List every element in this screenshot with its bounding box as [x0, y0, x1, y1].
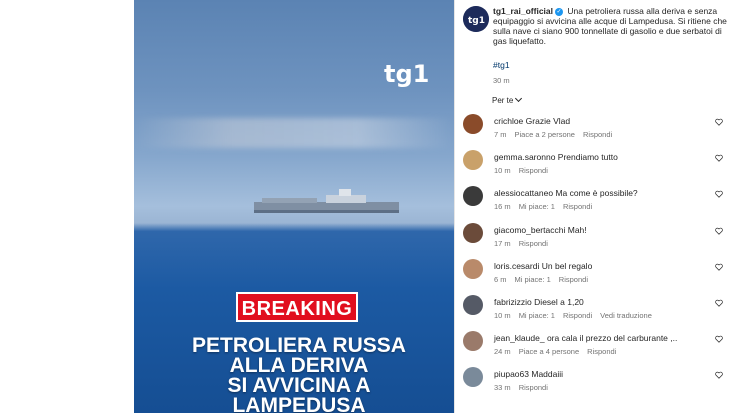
svg-text:tg1: tg1: [468, 16, 485, 26]
comment-likes[interactable]: Mi piace: 1: [519, 311, 555, 320]
reply-button[interactable]: Rispondi: [563, 202, 592, 211]
comment-time: 16 m: [494, 202, 511, 212]
comment-time: 10 m: [494, 166, 511, 176]
comment-time: 24 m: [494, 347, 511, 357]
reply-button[interactable]: Rispondi: [519, 383, 548, 392]
comment-line: jean_klaude_ ora cala il prezzo del carb…: [494, 333, 677, 343]
comment-text: Grazie Vlad: [525, 116, 571, 126]
comment-username[interactable]: crichloe: [494, 116, 523, 126]
comment-meta: 17 m Rispondi: [494, 239, 556, 248]
comment-likes[interactable]: Piace a 2 persone: [515, 130, 575, 139]
comment-avatar[interactable]: [463, 150, 483, 171]
comment-meta: 33 m Rispondi: [494, 383, 556, 392]
comment-meta: 7 m Piace a 2 persone Rispondi: [494, 130, 620, 139]
like-heart-icon[interactable]: [715, 154, 723, 162]
comment-time: 7 m: [494, 130, 507, 139]
like-heart-icon[interactable]: [715, 263, 723, 271]
caption-hashtag[interactable]: #tg1: [493, 60, 510, 70]
tg1-logo-text: tg1: [384, 60, 429, 88]
sort-label: Per te: [492, 96, 514, 105]
like-heart-icon[interactable]: [715, 335, 723, 343]
comment-avatar[interactable]: [463, 331, 483, 352]
comment-line: crichloe Grazie Vlad: [494, 116, 570, 126]
comment-item: alessiocattaneo Ma come è possibile? 16 m…: [463, 186, 729, 220]
tg1-logo: tg1: [384, 60, 429, 88]
comment-username[interactable]: fabrizizzio: [494, 297, 532, 307]
comment-text: Maddaiii: [531, 369, 564, 380]
tg1-avatar-icon: tg1: [463, 6, 489, 32]
like-heart-icon[interactable]: [715, 299, 723, 307]
comment-username[interactable]: jean_klaude_: [494, 333, 545, 343]
comment-line: loris.cesardi Un bel regalo: [494, 261, 592, 271]
post-media[interactable]: tg1 BREAKING PETROLIERA RUSSA ALLA DERIV…: [134, 0, 454, 413]
comment-item: gemma.saronno Prendiamo tutto 10 m Rispond…: [463, 150, 729, 184]
comment-time: 17 m: [494, 238, 511, 248]
comment-text: ora cala il prezzo del carburante ,..: [546, 333, 678, 344]
comment-username[interactable]: giacomo_bertacchi: [494, 225, 565, 235]
comment-avatar[interactable]: [463, 222, 483, 243]
comment-username[interactable]: gemma.saronno: [494, 152, 555, 162]
verified-icon: ✓: [555, 7, 563, 16]
comment-item: loris.cesardi Un bel regalo 6 m Mi piace: …: [463, 258, 729, 293]
comment-likes[interactable]: Mi piace: 1: [515, 275, 551, 284]
comment-time: 6 m: [494, 274, 507, 284]
comment-username[interactable]: loris.cesardi: [494, 261, 539, 271]
reply-button[interactable]: Rispondi: [519, 166, 548, 175]
comment-time: 33 m: [494, 383, 511, 393]
comment-avatar[interactable]: [463, 258, 483, 279]
comment-text: Un bel regalo: [541, 260, 593, 271]
comment-text: Prendiamo tutto: [557, 152, 618, 163]
comment-avatar[interactable]: [463, 114, 483, 134]
comment-item: fabrizizzio Diesel a 1,20 10 m Mi piace: 1…: [463, 295, 729, 329]
comment-username[interactable]: alessiocattaneo: [494, 188, 553, 198]
reply-button[interactable]: Rispondi: [519, 239, 548, 248]
comment-likes[interactable]: Mi piace: 1: [519, 202, 555, 211]
comment-avatar[interactable]: [463, 186, 483, 207]
comment-meta: 16 m Mi piace: 1 Rispondi: [494, 202, 600, 211]
chevron-down-icon: [515, 94, 523, 103]
comment-meta: 10 m Rispondi: [494, 166, 556, 175]
comment-meta: 10 m Mi piace: 1 Rispondi Vedi traduzione: [494, 311, 660, 320]
comment-avatar[interactable]: [463, 295, 483, 315]
comment-line: alessiocattaneo Ma come è possibile?: [494, 188, 638, 198]
comment-likes[interactable]: Piace a 4 persone: [519, 347, 579, 356]
comment-item: jean_klaude_ ora cala il prezzo del carb…: [463, 331, 729, 365]
comment-line: piupao63 Maddaiii: [494, 369, 563, 379]
comment-meta: 24 m Piace a 4 persone Rispondi: [494, 347, 624, 356]
like-heart-icon[interactable]: [715, 227, 723, 235]
caption-time: 30 m: [493, 76, 510, 85]
comment-text: Ma come è possibile?: [555, 188, 638, 199]
comment-item: crichloe Grazie Vlad 7 m Piace a 2 persone…: [463, 114, 729, 148]
sort-selector[interactable]: Per te: [492, 94, 523, 105]
comment-item: piupao63 Maddaiii 33 m Rispondi: [463, 367, 729, 401]
comment-meta: 6 m Mi piace: 1 Rispondi: [494, 275, 596, 284]
like-heart-icon[interactable]: [715, 118, 723, 126]
breaking-banner: BREAKING: [236, 292, 358, 322]
comment-text: Mah!: [567, 224, 587, 235]
headline-overlay: PETROLIERA RUSSA ALLA DERIVA SI AVVICINA…: [192, 334, 406, 413]
comment-item: giacomo_bertacchi Mah! 17 m Rispondi: [463, 222, 729, 257]
caption-username[interactable]: tg1_rai_official: [493, 6, 553, 16]
caption-text: tg1_rai_official ✓ Una petroliera russa a…: [493, 6, 729, 46]
comment-time: 10 m: [494, 311, 511, 320]
comment-line: giacomo_bertacchi Mah!: [494, 225, 587, 235]
like-heart-icon[interactable]: [715, 371, 723, 380]
reply-button[interactable]: Rispondi: [583, 130, 612, 139]
reply-button[interactable]: Rispondi: [587, 347, 616, 356]
reply-button[interactable]: Rispondi: [563, 311, 592, 320]
tg1-avatar[interactable]: tg1: [463, 6, 489, 32]
reply-button[interactable]: Rispondi: [559, 275, 588, 284]
page-background-left: [0, 0, 134, 413]
like-heart-icon[interactable]: [715, 190, 723, 199]
comment-line: fabrizizzio Diesel a 1,20: [494, 297, 584, 307]
comment-line: gemma.saronno Prendiamo tutto: [494, 152, 618, 162]
comments-panel: tg1 tg1_rai_official ✓ Una petroliera rus…: [455, 0, 735, 413]
comment-username[interactable]: piupao63: [494, 369, 529, 379]
comment-avatar[interactable]: [463, 367, 483, 388]
comment-text: Diesel a 1,20: [534, 297, 584, 307]
translate-button[interactable]: Vedi traduzione: [600, 311, 652, 320]
horizon-haze: [134, 118, 454, 148]
tanker-ship-image: [254, 189, 399, 213]
